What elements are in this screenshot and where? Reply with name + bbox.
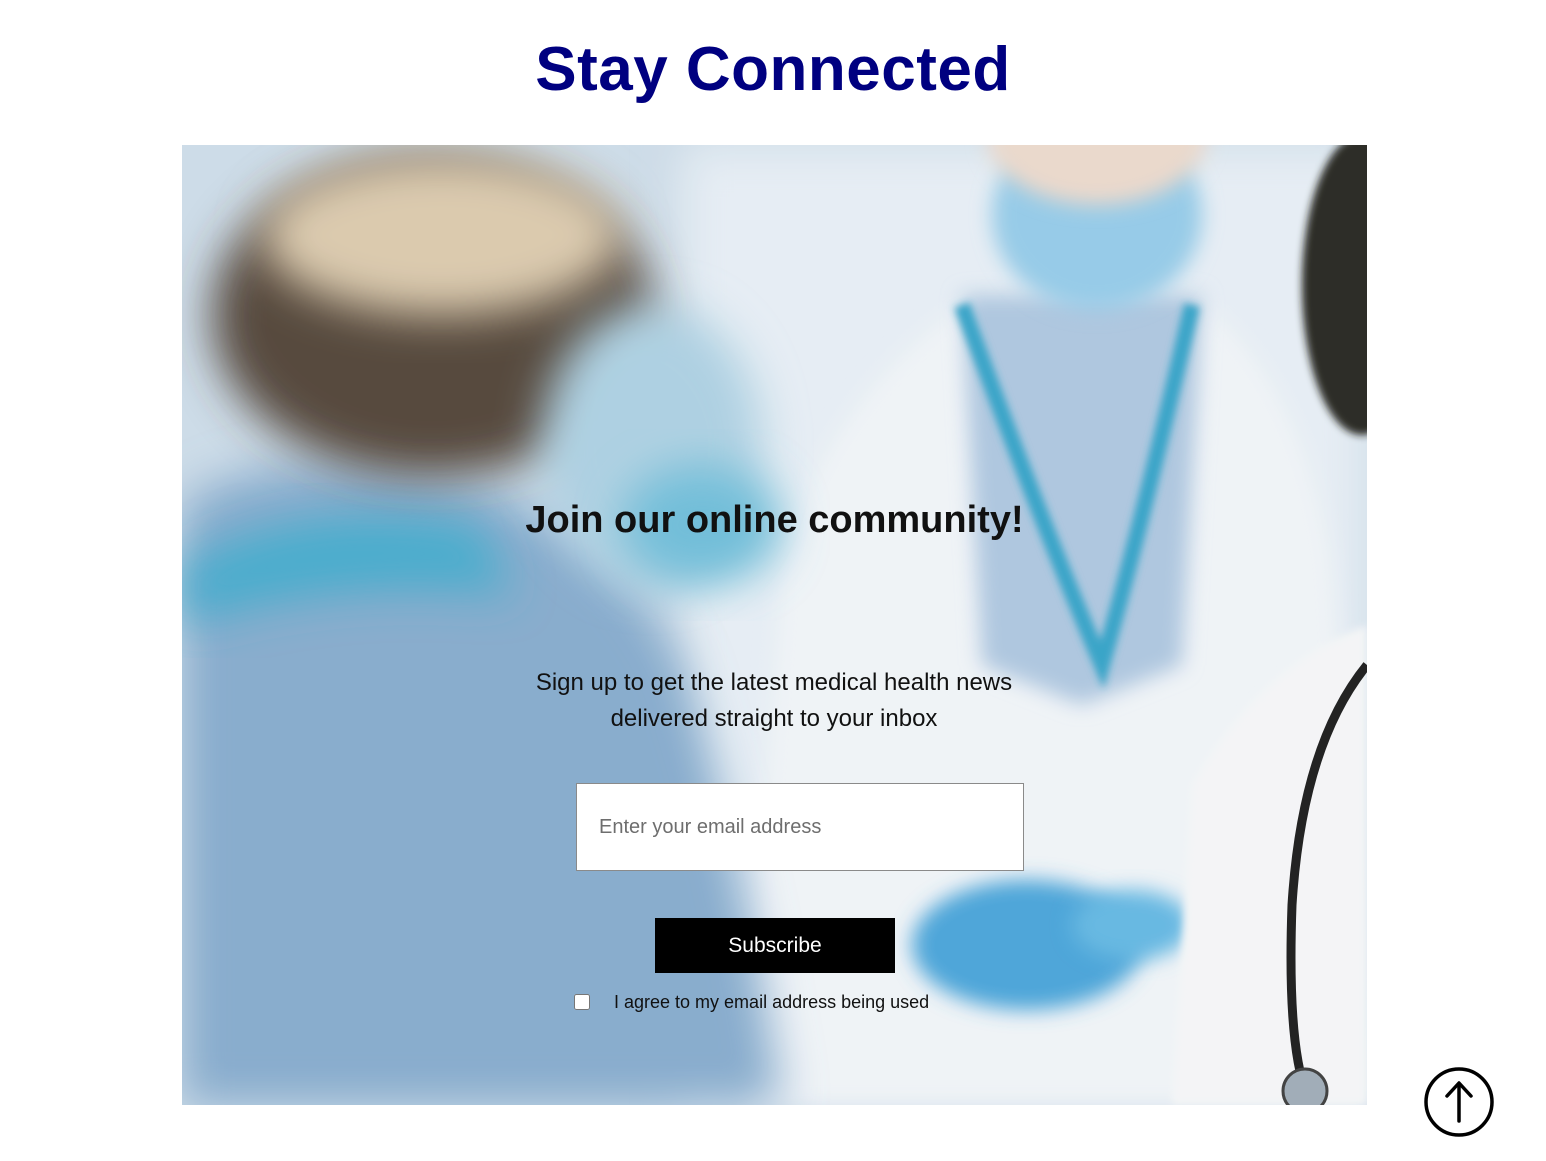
scroll-to-top-button[interactable] — [1424, 1067, 1494, 1137]
email-field[interactable] — [576, 783, 1024, 871]
hero-heading: Join our online community! — [525, 499, 1024, 541]
consent-row: I agree to my email address being used — [574, 991, 929, 1013]
page-title: Stay Connected — [535, 35, 1011, 104]
newsletter-hero: Join our online community! Sign up to ge… — [182, 145, 1367, 1105]
consent-checkbox[interactable] — [574, 994, 590, 1010]
hero-subtext: Sign up to get the latest medical health… — [535, 669, 1013, 732]
arrow-up-circle-icon — [1424, 1067, 1494, 1137]
subscribe-button[interactable]: Subscribe — [655, 918, 895, 973]
page: Stay Connected Join our online community… — [0, 0, 1546, 1161]
consent-label: I agree to my email address being used — [614, 991, 930, 1012]
